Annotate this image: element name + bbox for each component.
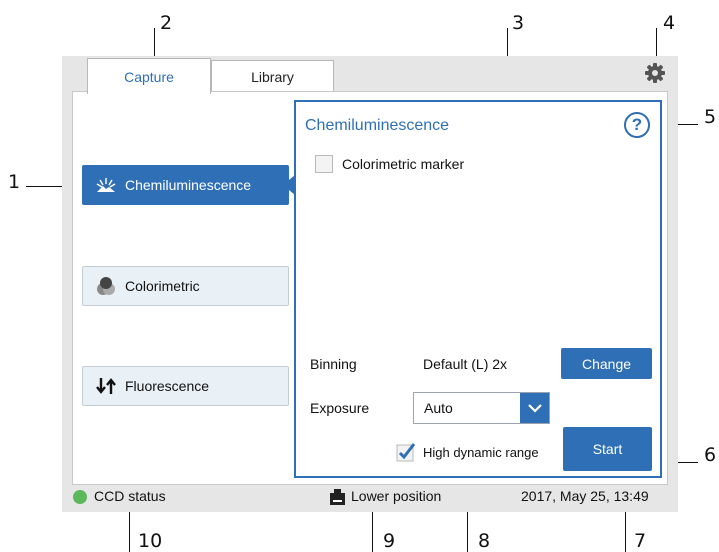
callout-10-line — [129, 506, 130, 552]
callout-1: 1 — [8, 171, 21, 193]
high-dynamic-range-checkbox[interactable] — [396, 442, 416, 462]
exposure-label: Exposure — [310, 400, 370, 416]
mode-button-colorimetric[interactable]: Colorimetric — [82, 266, 289, 306]
binning-label: Binning — [310, 356, 357, 372]
callout-4: 4 — [663, 12, 676, 34]
start-button[interactable]: Start — [563, 427, 652, 471]
tray-position-label: Lower position — [351, 488, 442, 504]
gear-icon[interactable] — [644, 62, 666, 84]
mode-button-chemiluminescence[interactable]: Chemiluminescence — [82, 165, 289, 205]
help-label: ? — [631, 115, 643, 134]
mode-label: Chemiluminescence — [125, 177, 252, 193]
callout-9-line — [372, 506, 373, 552]
callout-8: 8 — [478, 530, 491, 552]
colorimetric-marker-checkbox[interactable] — [315, 155, 333, 173]
help-icon[interactable]: ? — [624, 112, 650, 138]
tray-position-icon — [330, 489, 345, 505]
chemiluminescence-icon — [95, 174, 117, 196]
fluorescence-icon — [95, 375, 117, 397]
ccd-status-label: CCD status — [94, 488, 166, 504]
tab-library[interactable]: Library — [211, 60, 334, 92]
mode-label: Colorimetric — [125, 278, 200, 294]
exposure-select[interactable]: Auto — [413, 392, 550, 424]
binning-value: Default (L) 2x — [423, 356, 508, 372]
ccd-status-indicator — [73, 490, 87, 504]
callout-10: 10 — [138, 530, 163, 552]
panel-title: Chemiluminescence — [305, 117, 450, 134]
chevron-down-icon[interactable] — [520, 393, 549, 423]
tab-capture-label: Capture — [124, 68, 174, 85]
callout-2: 2 — [160, 12, 173, 34]
high-dynamic-range-label: High dynamic range — [423, 445, 539, 460]
callout-6: 6 — [704, 444, 717, 466]
exposure-value: Auto — [424, 400, 453, 416]
change-label: Change — [581, 355, 632, 372]
callout-3: 3 — [512, 12, 525, 34]
start-label: Start — [592, 441, 623, 457]
mode-pointer — [283, 175, 295, 195]
callout-7: 7 — [634, 530, 647, 552]
datetime: 2017, May 25, 13:49 — [521, 488, 649, 504]
tab-capture[interactable]: Capture — [87, 58, 211, 94]
mode-button-fluorescence[interactable]: Fluorescence — [82, 366, 289, 406]
mode-label: Fluorescence — [125, 378, 210, 394]
callout-9: 9 — [383, 530, 396, 552]
tab-library-label: Library — [251, 68, 294, 85]
colorimetric-marker-label: Colorimetric marker — [342, 156, 465, 172]
colorimetric-icon — [95, 275, 117, 297]
callout-5: 5 — [704, 106, 717, 128]
change-binning-button[interactable]: Change — [561, 348, 652, 379]
